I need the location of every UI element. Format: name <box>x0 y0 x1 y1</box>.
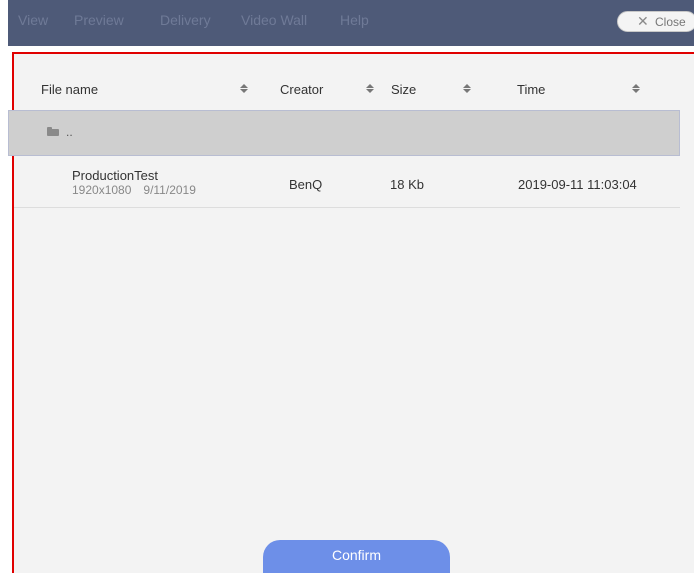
confirm-button[interactable]: Confirm <box>263 540 450 573</box>
menu-item-preview[interactable]: Preview <box>74 12 124 28</box>
column-header-time[interactable]: Time <box>517 82 545 97</box>
menu-item-view[interactable]: View <box>18 12 48 28</box>
menu-bar: View Preview Delivery Video Wall Help <box>8 0 694 46</box>
sort-size-icon[interactable] <box>463 81 471 95</box>
close-button[interactable]: ✕ Close <box>617 11 694 32</box>
panel-highlight-top <box>12 52 694 54</box>
file-name: ProductionTest <box>72 168 158 183</box>
sort-time-icon[interactable] <box>632 81 640 95</box>
parent-folder-label: .. <box>66 125 73 139</box>
file-resolution: 1920x1080 <box>72 183 132 197</box>
menu-item-delivery[interactable]: Delivery <box>160 12 211 28</box>
parent-folder-row[interactable]: .. <box>8 110 680 156</box>
menu-item-help[interactable]: Help <box>340 12 369 28</box>
file-creator: BenQ <box>289 177 323 192</box>
sort-file-name-icon[interactable] <box>240 81 248 95</box>
column-header-size[interactable]: Size <box>391 82 416 97</box>
column-header-file-name[interactable]: File name <box>41 82 98 97</box>
file-time: 2019-09-11 11:03:04 <box>518 177 637 192</box>
folder-icon <box>47 127 59 136</box>
file-date: 9/11/2019 <box>143 183 196 197</box>
close-icon: ✕ <box>637 13 649 29</box>
file-size: 18 Kb <box>390 177 424 192</box>
sort-creator-icon[interactable] <box>366 81 374 95</box>
table-row[interactable]: ProductionTest 1920x1080 9/11/2019 BenQ 1… <box>14 160 680 208</box>
column-header-creator[interactable]: Creator <box>280 82 323 97</box>
close-button-label: Close <box>655 15 686 29</box>
menu-item-video-wall[interactable]: Video Wall <box>241 12 307 28</box>
file-meta: 1920x1080 9/11/2019 <box>72 183 208 197</box>
